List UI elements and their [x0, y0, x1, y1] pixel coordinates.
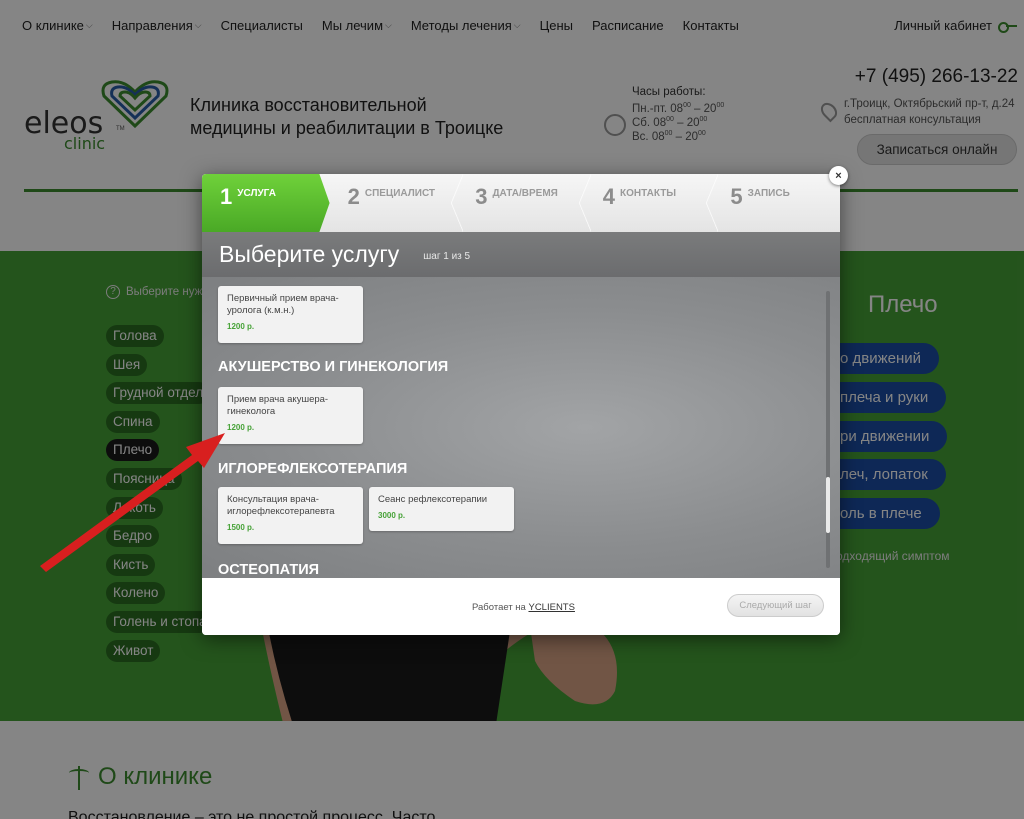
- category-heading: ИГЛОРЕФЛЕКСОТЕРАПИЯ: [218, 461, 408, 477]
- step-label: Дата/время: [492, 188, 558, 199]
- modal-header: Выберите услугу шаг 1 из 5: [202, 232, 840, 277]
- service-name: Прием врача акушера-гинеколога: [227, 394, 329, 417]
- step-service[interactable]: 1 Услуга: [202, 174, 330, 232]
- step-label: Услуга: [237, 188, 276, 199]
- service-name: Консультация врача-иглорефлексотерапевта: [227, 494, 335, 517]
- service-card[interactable]: Консультация врача-иглорефлексотерапевта…: [218, 487, 363, 544]
- close-icon[interactable]: ×: [829, 166, 848, 185]
- category-heading: ОСТЕОПАТИЯ: [218, 562, 320, 578]
- service-card[interactable]: Первичный прием врача-уролога (к.м.н.) 1…: [218, 286, 363, 343]
- booking-modal: 1 Услуга 2 Специалист 3 Дата/время 4 Контакт…: [202, 174, 840, 635]
- scrollbar-thumb[interactable]: [826, 477, 830, 533]
- service-name: Сеанс рефлексотерапии: [378, 494, 488, 505]
- step-number: 5: [730, 184, 743, 209]
- step-number: 2: [347, 184, 360, 209]
- step-datetime[interactable]: 3 Дата/время: [457, 174, 591, 232]
- step-contacts[interactable]: 4 Контакты: [585, 174, 718, 232]
- service-price: 3000 р.: [378, 511, 406, 520]
- powered-prefix: Работает на: [472, 602, 526, 613]
- step-number: 1: [220, 184, 233, 209]
- service-name: Первичный прием врача-уролога (к.м.н.): [227, 293, 339, 316]
- modal-title: Выберите услугу: [219, 241, 400, 267]
- yclients-link[interactable]: YCLIENTS: [528, 602, 574, 613]
- step-label: Специалист: [364, 188, 436, 199]
- step-booking[interactable]: 5 Запись: [712, 174, 840, 232]
- modal-footer: Работает на YCLIENTS Следующий шаг: [202, 578, 840, 635]
- step-indicator: шаг 1 из 5: [423, 251, 471, 262]
- step-number: 3: [475, 184, 488, 209]
- step-label: Запись: [747, 188, 790, 199]
- service-list[interactable]: Первичный прием врача-уролога (к.м.н.) 1…: [202, 277, 840, 578]
- booking-steps: 1 Услуга 2 Специалист 3 Дата/время 4 Контакт…: [202, 174, 840, 232]
- powered-by: Работает на YCLIENTS: [472, 602, 575, 613]
- service-price: 1500 р.: [227, 523, 255, 532]
- service-price: 1200 р.: [227, 322, 255, 331]
- service-price: 1200 р.: [227, 423, 255, 432]
- category-heading: АКУШЕРСТВО И ГИНЕКОЛОГИЯ: [218, 359, 449, 375]
- step-specialist[interactable]: 2 Специалист: [330, 174, 463, 232]
- next-step-button[interactable]: Следующий шаг: [727, 594, 824, 617]
- step-number: 4: [602, 184, 616, 209]
- step-label: Контакты: [620, 188, 677, 199]
- service-card[interactable]: Сеанс рефлексотерапии 3000 р.: [369, 487, 514, 531]
- service-card[interactable]: Прием врача акушера-гинеколога 1200 р.: [218, 387, 363, 444]
